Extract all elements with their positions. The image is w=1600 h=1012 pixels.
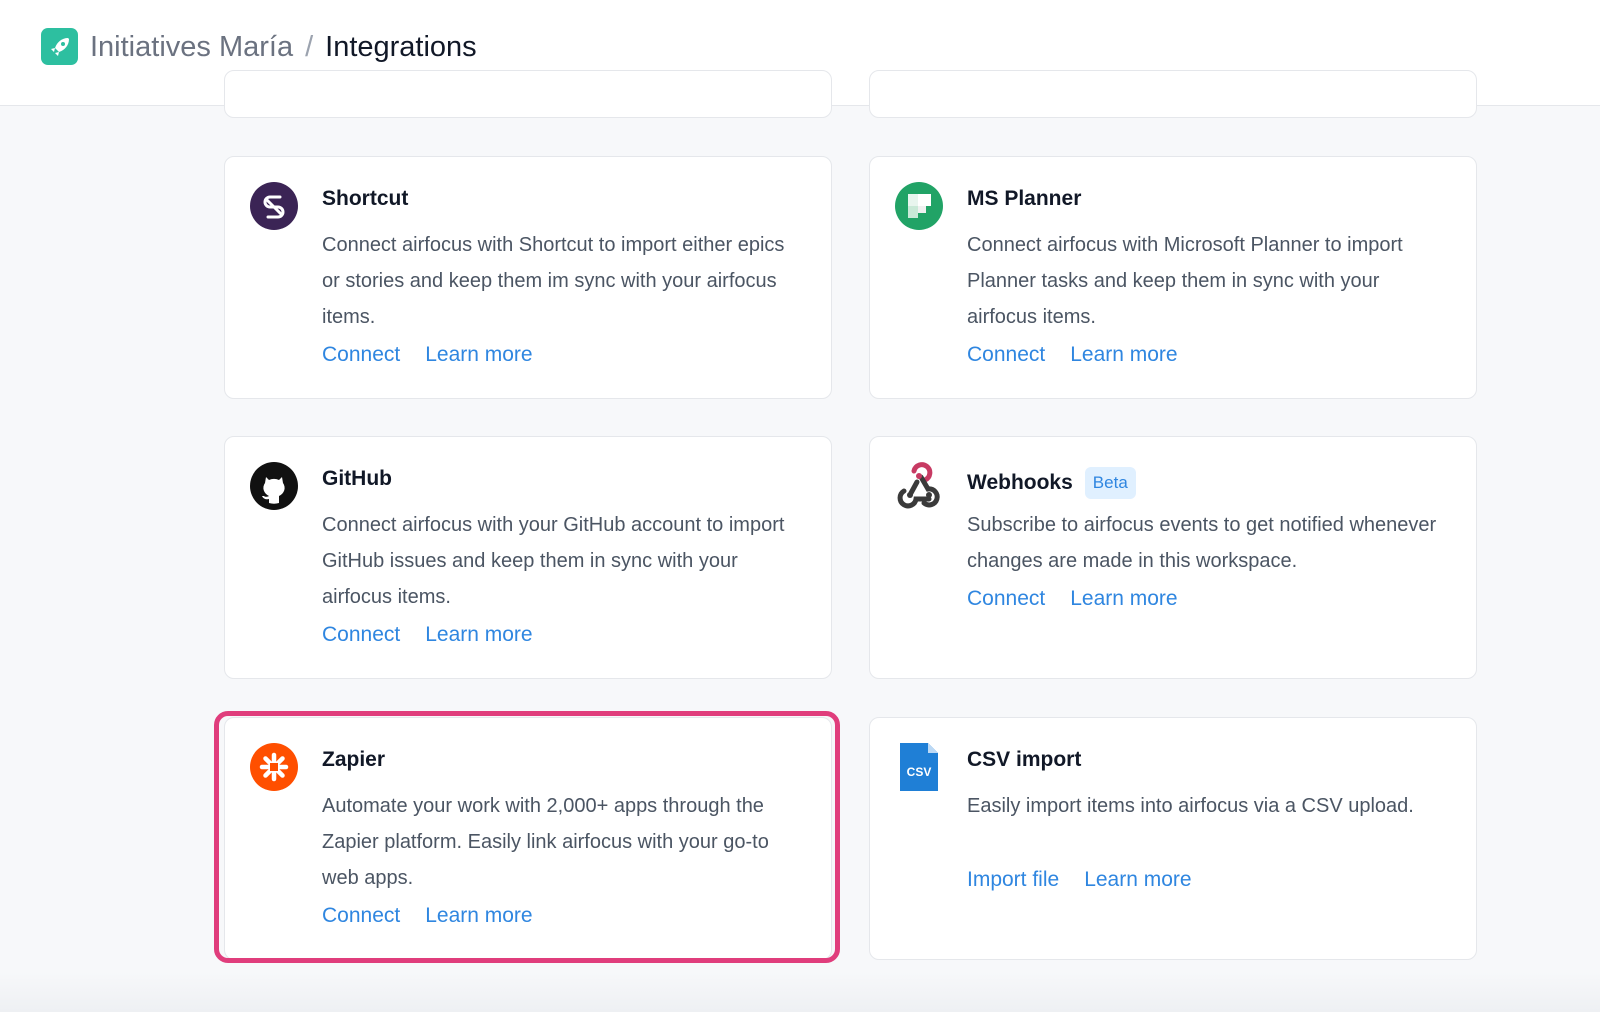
connect-link[interactable]: Connect xyxy=(967,587,1045,611)
card-actions: Connect Learn more xyxy=(322,904,533,928)
page-title: Integrations xyxy=(325,30,477,63)
connect-link[interactable]: Connect xyxy=(322,904,400,928)
github-icon xyxy=(250,462,298,510)
integration-card-shortcut: Shortcut Connect airfocus with Shortcut … xyxy=(224,156,832,399)
csv-file-icon: CSV xyxy=(895,743,943,791)
card-actions: Import file Learn more xyxy=(967,868,1192,892)
card-title-text: Webhooks xyxy=(967,471,1073,494)
card-actions: Connect Learn more xyxy=(322,623,533,647)
card-description: Automate your work with 2,000+ apps thro… xyxy=(322,795,769,889)
shortcut-icon xyxy=(250,182,298,230)
integration-card-github: GitHub Connect airfocus with your GitHub… xyxy=(224,436,832,679)
breadcrumb: Initiatives María / Integrations xyxy=(90,28,477,66)
connect-link[interactable]: Connect xyxy=(967,343,1045,367)
card-actions: Connect Learn more xyxy=(967,587,1178,611)
integration-card-zapier: Zapier Automate your work with 2,000+ ap… xyxy=(224,717,832,960)
card-title: CSV import xyxy=(967,748,1082,771)
integration-card-ms-planner: MS Planner Connect airfocus with Microso… xyxy=(869,156,1477,399)
breadcrumb-workspace[interactable]: Initiatives María xyxy=(90,31,293,64)
learn-more-link[interactable]: Learn more xyxy=(425,623,532,647)
card-title: MS Planner xyxy=(967,187,1082,210)
csv-icon-label: CSV xyxy=(907,765,932,779)
card-description: Connect airfocus with Microsoft Planner … xyxy=(967,234,1403,328)
card-description: Connect airfocus with Shortcut to import… xyxy=(322,234,785,328)
connect-link[interactable]: Connect xyxy=(322,623,400,647)
learn-more-link[interactable]: Learn more xyxy=(1070,587,1177,611)
card-title: GitHub xyxy=(322,467,392,490)
connect-link[interactable]: Connect xyxy=(322,343,400,367)
breadcrumb-separator: / xyxy=(305,30,314,63)
card-actions: Connect Learn more xyxy=(322,343,533,367)
card-description: Subscribe to airfocus events to get noti… xyxy=(967,514,1437,572)
card-description: Easily import items into airfocus via a … xyxy=(967,795,1414,817)
learn-more-link[interactable]: Learn more xyxy=(1070,343,1177,367)
learn-more-link[interactable]: Learn more xyxy=(425,343,532,367)
bottom-fade xyxy=(0,972,1600,1012)
card-title: Shortcut xyxy=(322,187,409,210)
integration-card-partial xyxy=(224,70,832,118)
ms-planner-icon xyxy=(895,182,943,230)
zapier-icon xyxy=(250,743,298,791)
integration-card-webhooks: Webhooks Beta Subscribe to airfocus even… xyxy=(869,436,1477,679)
learn-more-link[interactable]: Learn more xyxy=(425,904,532,928)
integration-card-partial xyxy=(869,70,1477,118)
card-title: Zapier xyxy=(322,748,386,771)
integration-card-csv-import: CSV CSV import Easily import items into … xyxy=(869,717,1477,960)
card-title: Webhooks Beta xyxy=(967,467,1136,499)
beta-badge: Beta xyxy=(1084,467,1136,499)
card-description: Connect airfocus with your GitHub accoun… xyxy=(322,514,785,608)
import-file-link[interactable]: Import file xyxy=(967,868,1059,892)
card-actions: Connect Learn more xyxy=(967,343,1178,367)
learn-more-link[interactable]: Learn more xyxy=(1084,868,1191,892)
webhooks-icon xyxy=(895,462,943,510)
rocket-logo-icon[interactable] xyxy=(41,28,78,65)
